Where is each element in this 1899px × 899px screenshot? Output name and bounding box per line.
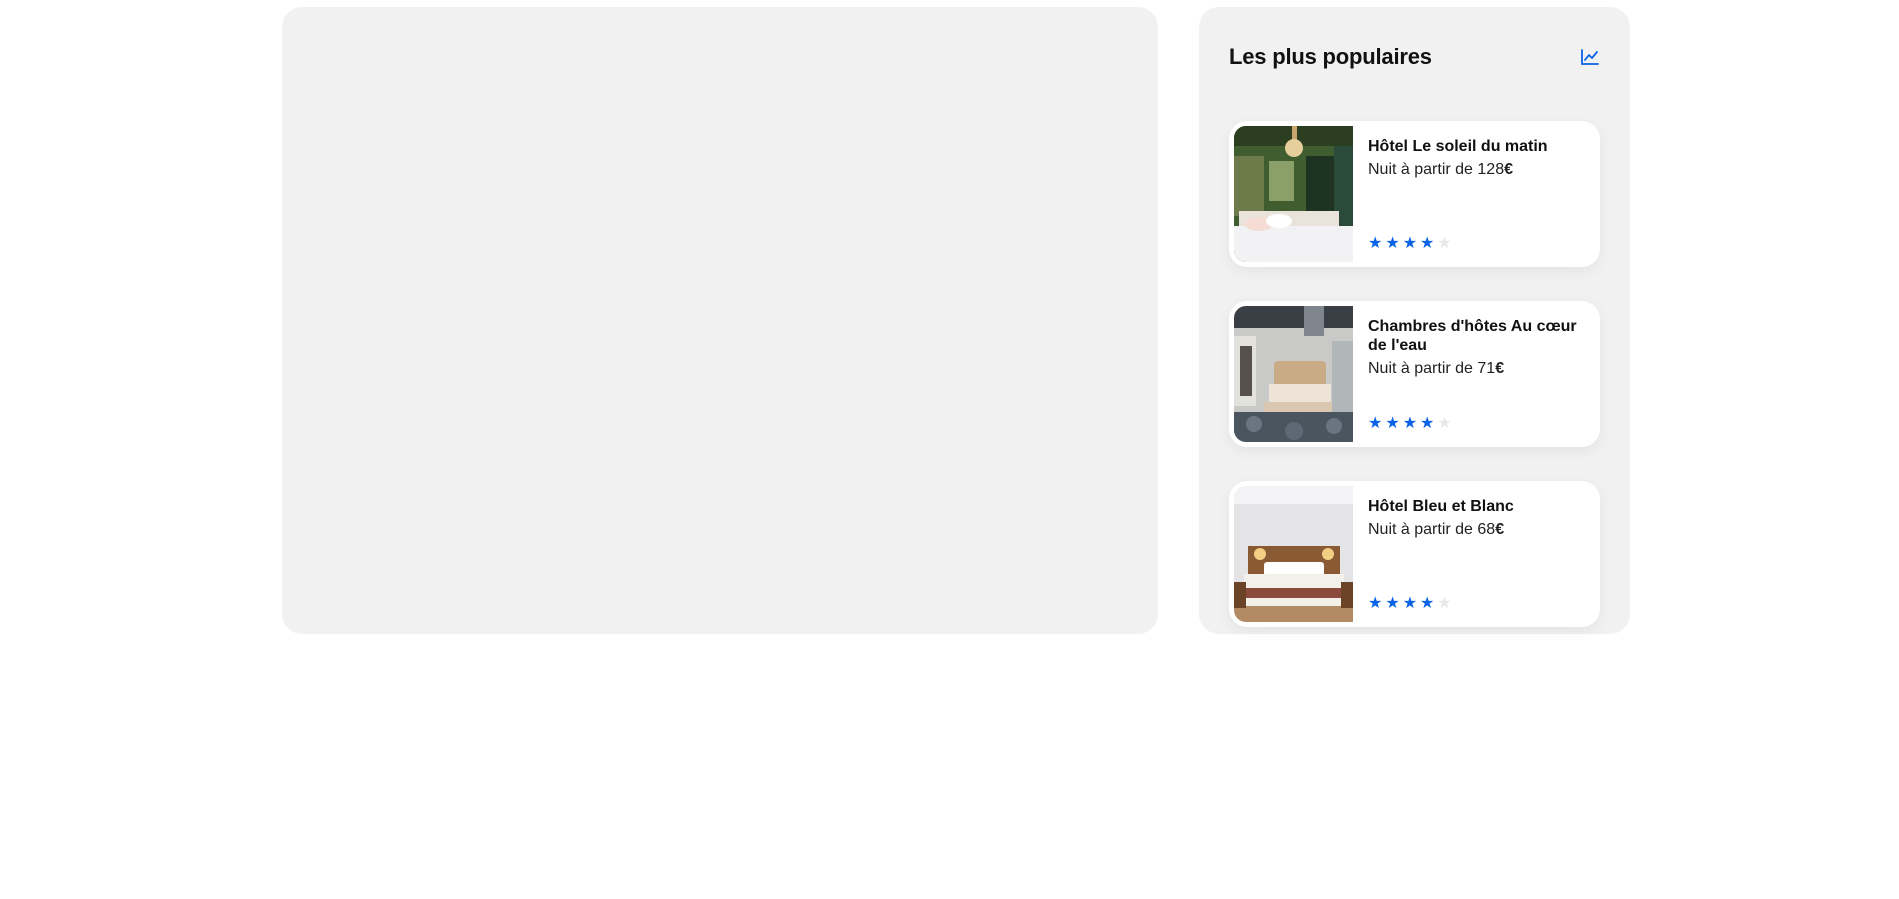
hotel-price: Nuit à partir de 128€	[1368, 160, 1585, 180]
price-currency: €	[1504, 161, 1513, 178]
rating-stars: ★ ★ ★ ★ ★	[1368, 596, 1452, 612]
price-prefix: Nuit à partir de	[1368, 360, 1478, 377]
hotel-name[interactable]: Chambres d'hôtes Au cœur de l'eau	[1368, 317, 1585, 355]
rating-stars: ★ ★ ★ ★ ★	[1368, 236, 1452, 252]
price-prefix: Nuit à partir de	[1368, 521, 1478, 538]
price-currency: €	[1495, 360, 1505, 377]
hotel-name[interactable]: Hôtel Bleu et Blanc	[1368, 497, 1585, 516]
star-empty-icon: ★	[1437, 235, 1452, 252]
price-prefix: Nuit à partir de	[1368, 161, 1478, 178]
map-placeholder-panel	[282, 7, 1158, 634]
star-filled-icon: ★	[1402, 595, 1418, 612]
hotel-name[interactable]: Hôtel Le soleil du matin	[1368, 137, 1585, 156]
star-filled-icon: ★	[1402, 235, 1418, 252]
price-currency: €	[1495, 521, 1505, 538]
hotel-info: Hôtel Le soleil du matin Nuit à partir d…	[1353, 126, 1595, 262]
hotel-info: Hôtel Bleu et Blanc Nuit à partir de 68€…	[1353, 486, 1595, 622]
star-empty-icon: ★	[1437, 595, 1452, 612]
star-filled-icon: ★	[1368, 415, 1383, 432]
price-amount: 128	[1477, 161, 1505, 178]
hotel-card[interactable]: Hôtel Le soleil du matin Nuit à partir d…	[1229, 121, 1600, 267]
hotel-price: Nuit à partir de 68€	[1368, 520, 1585, 540]
hotel-thumbnail	[1234, 486, 1353, 622]
panel-header: Les plus populaires	[1229, 37, 1600, 77]
page: Les plus populaires Hôtel Le soleil du m…	[0, 0, 1899, 899]
trend-chart-icon[interactable]	[1580, 47, 1600, 67]
price-amount: 71	[1477, 360, 1496, 377]
star-filled-icon: ★	[1385, 595, 1400, 612]
popular-hotels-panel: Les plus populaires Hôtel Le soleil du m…	[1199, 7, 1630, 634]
hotel-thumbnail	[1234, 126, 1353, 262]
star-empty-icon: ★	[1437, 415, 1452, 432]
star-filled-icon: ★	[1368, 595, 1383, 612]
price-amount: 68	[1477, 521, 1496, 538]
hotel-info: Chambres d'hôtes Au cœur de l'eau Nuit à…	[1353, 306, 1595, 442]
hotel-card[interactable]: Hôtel Bleu et Blanc Nuit à partir de 68€…	[1229, 481, 1600, 627]
hotel-list: Hôtel Le soleil du matin Nuit à partir d…	[1229, 121, 1600, 627]
hotel-price: Nuit à partir de 71€	[1368, 359, 1585, 379]
star-filled-icon: ★	[1402, 415, 1418, 432]
rating-stars: ★ ★ ★ ★ ★	[1368, 416, 1452, 432]
hotel-thumbnail	[1234, 306, 1353, 442]
hotel-card[interactable]: Chambres d'hôtes Au cœur de l'eau Nuit à…	[1229, 301, 1600, 447]
panel-title: Les plus populaires	[1229, 44, 1432, 69]
star-filled-icon: ★	[1368, 235, 1383, 252]
star-filled-icon: ★	[1420, 415, 1435, 432]
star-filled-icon: ★	[1420, 595, 1435, 612]
star-filled-icon: ★	[1420, 235, 1435, 252]
star-filled-icon: ★	[1385, 415, 1400, 432]
star-filled-icon: ★	[1385, 235, 1400, 252]
